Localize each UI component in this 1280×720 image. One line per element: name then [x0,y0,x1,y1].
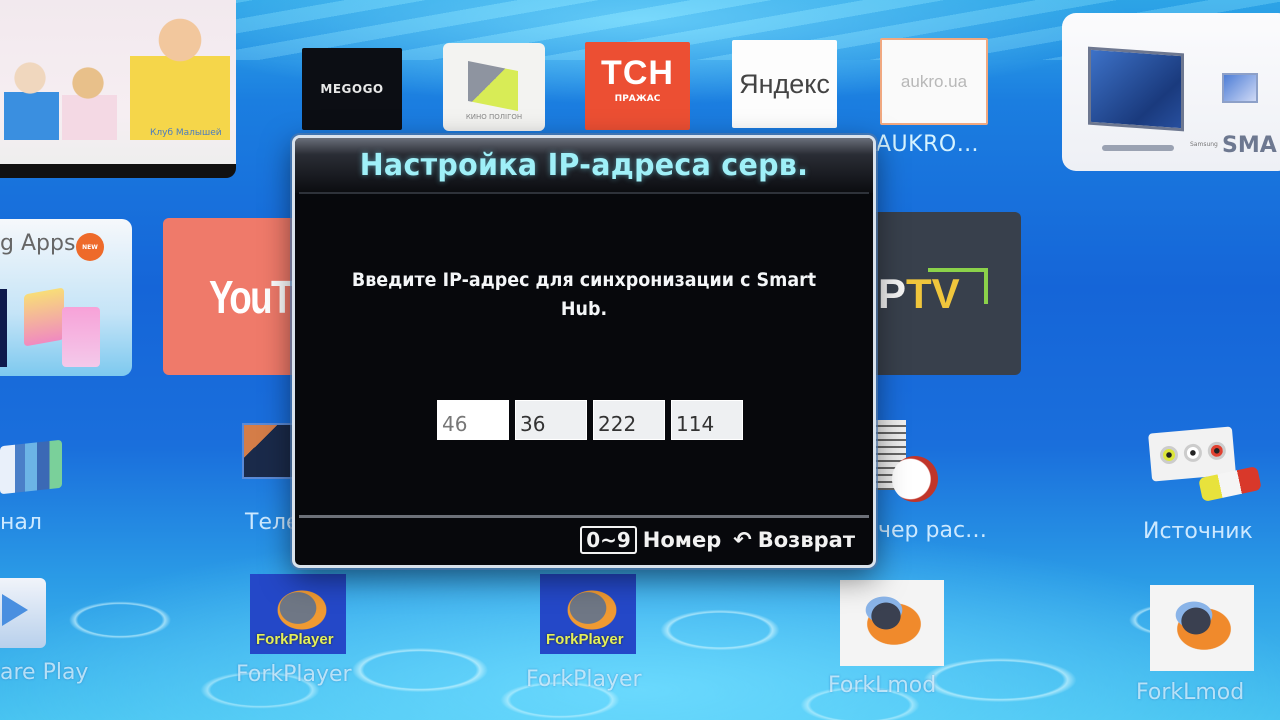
aukro-logo: aukro.ua [900,71,968,91]
dialog-message: Введите IP-адрес для синхронизации с Sma… [351,269,817,320]
footer-divider [299,515,869,518]
apps-label: g Apps [0,231,76,256]
forkplayer-label[interactable]: ForkPlayer [526,667,642,692]
promo-kid-image [62,65,117,140]
dialog-title: Настройка IP-адреса серв. [359,148,809,183]
ip-octet-3-input[interactable] [593,400,665,440]
tsn-sub: ПРАЖАС [614,94,661,104]
yellow-jack-icon [1159,445,1179,465]
samsung-smart-tv-tile[interactable]: Samsung SMA [1062,13,1280,171]
app-kino-poligon[interactable]: КИНО ПОЛІГОН [443,43,545,131]
app-youtube[interactable]: YouT [163,218,303,375]
app-megogo[interactable]: MEGOGO [302,48,402,130]
samsung-apps-tile[interactable]: g Apps NEW [0,219,132,376]
app-tsn[interactable]: ТСН ПРАЖАС [585,42,690,130]
megogo-logo: MEGOGO [320,82,384,96]
share-play-label[interactable]: are Play [0,660,88,685]
channel-label[interactable]: нал [0,510,42,535]
white-jack-icon [1183,443,1203,463]
tv-stand-icon [1102,145,1174,151]
forklmod-icon[interactable] [840,580,944,666]
channel-icon[interactable] [0,439,62,495]
ip-octet-4-input[interactable] [671,400,743,440]
aukro-label: AUKRO… [876,132,980,157]
schedule-label[interactable]: чер рас… [878,518,987,543]
number-hint-label: Номер [642,528,722,552]
source-label[interactable]: Источник [1143,519,1253,544]
smart-logo: SMA [1222,133,1277,158]
promo-caption: Клуб Малышей [150,128,222,138]
apps-cube-icon [24,287,64,347]
kino-logo-icon [468,61,518,111]
smart-cube-icon [1222,73,1258,103]
app-iptv[interactable]: PTV [868,212,1021,375]
alarm-clock-icon [892,456,938,502]
youtube-logo: YouT [209,271,293,323]
number-keys-icon: 0~9 [580,526,637,554]
promo-woman-image [130,0,230,140]
yandex-logo: Яндекс [739,68,830,99]
samsung-brand: Samsung [1190,141,1218,148]
dialog-footer: 0~9 Номер ↶ Возврат [580,526,855,554]
schedule-manager-icon[interactable] [872,420,940,502]
dialog-header: Настройка IP-адреса серв. [295,138,873,193]
forklmod-label[interactable]: ForkLmod [828,673,936,698]
ip-address-fields [437,400,743,440]
forkplayer-icon-text: ForkPlayer [546,631,624,648]
forklmod-label[interactable]: ForkLmod [1136,680,1244,705]
ip-octet-1-input[interactable] [437,400,509,440]
water-background-bottom [0,560,1280,720]
new-badge: NEW [76,233,104,261]
apps-cube-icon [62,307,100,367]
header-divider [299,192,869,194]
forklmod-icon[interactable] [1150,585,1254,671]
promo-kid-image [4,60,59,140]
iptv-logo: PTV [878,270,960,317]
ip-settings-dialog: Настройка IP-адреса серв. Введите IP-адр… [292,135,876,568]
return-button[interactable]: Возврат [758,528,855,552]
ip-octet-2-input[interactable] [515,400,587,440]
share-play-icon[interactable] [0,578,46,648]
promo-video-tile[interactable]: Клуб Малышей [0,0,236,178]
kino-logo-text: КИНО ПОЛІГОН [465,113,523,121]
forkplayer-label[interactable]: ForkPlayer [236,662,352,687]
tsn-logo: ТСН [601,54,674,92]
forkplayer-icon[interactable]: ForkPlayer [540,574,636,654]
source-icon[interactable] [1148,426,1262,502]
return-icon[interactable]: ↶ [733,528,751,553]
app-yandex[interactable]: Яндекс [732,40,837,128]
apps-decoration [0,289,7,367]
forkplayer-icon[interactable]: ForkPlayer [250,574,346,654]
tv-icon [1088,46,1184,132]
red-jack-icon [1207,441,1227,461]
app-aukro[interactable]: aukro.ua [880,38,988,125]
forkplayer-icon-text: ForkPlayer [256,631,334,648]
